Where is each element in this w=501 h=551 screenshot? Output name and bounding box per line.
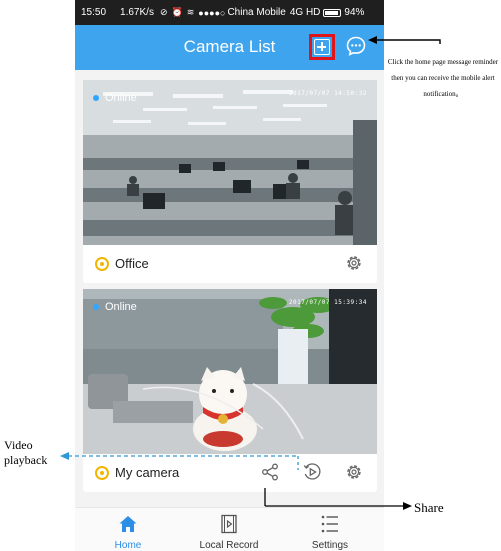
tab-home-label: Home xyxy=(114,540,142,551)
alarm-icon: ⏰ xyxy=(171,7,183,17)
camera-settings-gear-icon[interactable] xyxy=(344,253,364,273)
tab-home[interactable]: Home xyxy=(83,514,173,551)
camera-icon xyxy=(95,257,109,271)
status-bar: 15:50 1.67K/s ⊘ ⏰ ≋ ●●●●○ China Mobile 4… xyxy=(75,0,384,25)
status-time: 15:50 xyxy=(81,7,107,18)
status-carrier: China Mobile xyxy=(227,7,286,18)
status-battery: 94% xyxy=(344,7,365,18)
camera-footer: My camera xyxy=(83,454,377,492)
share-icon[interactable] xyxy=(260,462,280,482)
online-label: Online xyxy=(105,92,137,104)
bottom-tab-bar: Home Local Record Settings xyxy=(75,507,384,551)
status-speed: 1.67K/s xyxy=(120,7,154,18)
home-icon xyxy=(119,516,137,532)
battery-icon xyxy=(323,8,342,17)
tab-settings-label: Settings xyxy=(311,540,349,551)
video-timestamp: 2017/07/07 14:50:32 xyxy=(288,90,367,97)
phone-screen: 15:50 1.67K/s ⊘ ⏰ ≋ ●●●●○ China Mobile 4… xyxy=(75,0,384,551)
video-playback-icon[interactable] xyxy=(302,462,322,482)
online-label: Online xyxy=(105,301,137,313)
camera-name: My camera xyxy=(115,465,180,480)
desk-scene-image xyxy=(83,289,377,454)
nfc-icon: ⊘ xyxy=(159,7,168,17)
online-status: Online xyxy=(93,92,137,104)
tab-local-record-label: Local Record xyxy=(199,540,259,551)
camera-icon xyxy=(95,466,109,480)
app-bar: Camera List xyxy=(75,25,384,70)
tab-local-record[interactable]: Local Record xyxy=(184,514,274,551)
online-status: Online xyxy=(93,301,137,313)
camera-preview-my-camera[interactable]: Online 2017/07/07 15:39:34 xyxy=(83,289,377,454)
add-square-icon xyxy=(314,39,330,55)
wifi-icon: ≋ xyxy=(186,7,195,17)
share-note: Share xyxy=(414,500,444,515)
chat-bubble-icon xyxy=(346,36,366,56)
camera-card-my-camera: Online 2017/07/07 15:39:34 My camera xyxy=(83,289,377,492)
office-scene-image xyxy=(83,80,377,245)
online-dot xyxy=(93,95,99,101)
add-camera-button[interactable] xyxy=(309,34,335,60)
page-title: Camera List xyxy=(183,37,276,56)
online-dot xyxy=(93,304,99,310)
message-reminder-note: Click the home page message reminder the… xyxy=(387,58,499,98)
camera-footer: Office xyxy=(83,245,377,283)
tab-settings[interactable]: Settings xyxy=(285,514,375,551)
video-playback-note: Video playback xyxy=(4,438,48,467)
status-network: 4G HD xyxy=(289,7,321,18)
signal-icon: ●●●●○ xyxy=(198,7,226,18)
video-file-icon xyxy=(221,514,237,534)
camera-card-office: Online 2017/07/07 14:50:32 Office xyxy=(83,80,377,283)
camera-preview-office[interactable]: Online 2017/07/07 14:50:32 xyxy=(83,80,377,245)
camera-settings-gear-icon[interactable] xyxy=(344,462,364,482)
list-menu-icon xyxy=(321,515,338,533)
video-timestamp: 2017/07/07 15:39:34 xyxy=(288,299,367,306)
message-reminder-button[interactable] xyxy=(345,35,367,57)
camera-name: Office xyxy=(115,256,149,271)
